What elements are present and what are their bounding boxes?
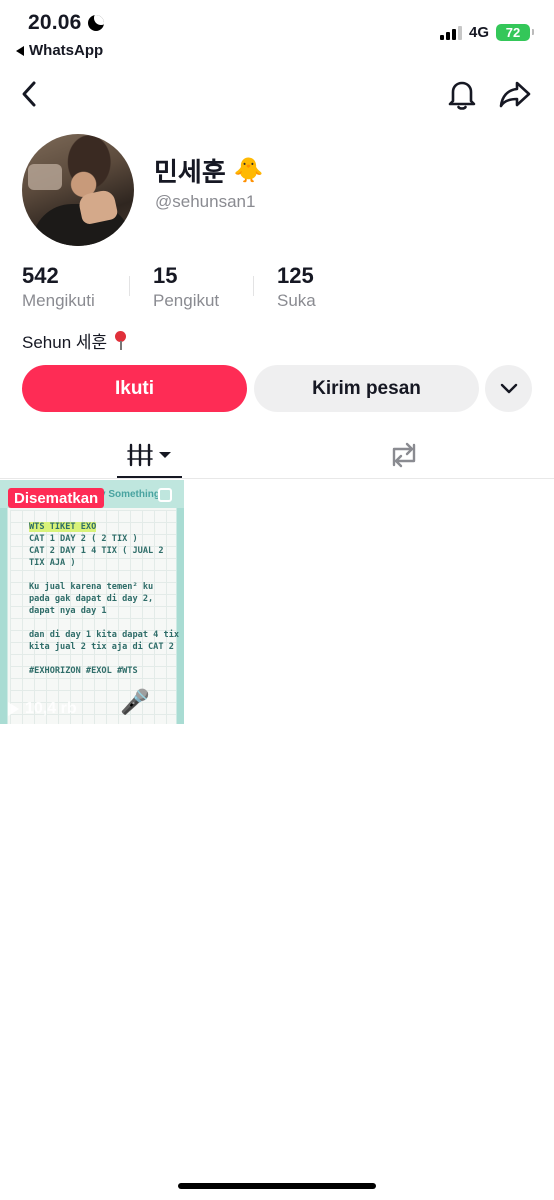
note-line: #EXHORIZON #EXOL #WTS	[29, 666, 138, 676]
back-button[interactable]	[12, 76, 48, 112]
message-button-label: Kirim pesan	[312, 377, 421, 399]
battery-level: 72	[505, 25, 521, 40]
profile-bio: Sehun 세훈	[22, 328, 127, 353]
signal-icon	[439, 25, 462, 40]
view-count: 10,4 rb	[8, 700, 77, 718]
thumbnail-corner-icon	[158, 488, 172, 502]
follow-button-label: Ikuti	[114, 377, 155, 399]
share-button[interactable]	[497, 76, 533, 112]
status-time: 20.06	[28, 11, 104, 35]
note-line: TIX AJA )	[29, 558, 76, 568]
note-line: dapat nya day 1	[29, 606, 107, 616]
stat-followers[interactable]: 15 Pengikut	[129, 262, 270, 312]
notification-button[interactable]	[444, 76, 480, 112]
note-line: WTS TIKET EXO	[29, 521, 97, 533]
chick-emoji-icon: 🐥	[233, 157, 264, 184]
profile-stats: 542 Mengikuti 15 Pengikut 125 Suka	[22, 262, 394, 312]
stat-following[interactable]: 542 Mengikuti	[22, 262, 146, 312]
pinned-badge: Disematkan	[8, 488, 105, 508]
pinned-badge-label: Disematkan	[14, 489, 99, 507]
avatar-photo-detail	[28, 164, 62, 190]
grid-icon	[127, 443, 171, 467]
stat-likes-label: Suka	[277, 291, 316, 310]
bell-icon	[448, 81, 476, 110]
microphone-icon: 🎤	[120, 689, 150, 716]
note-line: CAT 1 DAY 2 ( 2 TIX )	[29, 534, 138, 544]
note-line: pada gak dapat di day 2,	[29, 594, 154, 604]
clock-text: 20.06	[28, 11, 82, 34]
tabs-divider	[0, 478, 554, 479]
chevron-left-icon	[22, 81, 36, 107]
note-line: dan di day 1 kita dapat 4 tix	[29, 630, 180, 640]
moon-icon	[87, 15, 104, 31]
note-line-text: WTS TIKET EXO	[29, 522, 97, 532]
note-line: CAT 2 DAY 1 4 TIX ( JUAL 2	[29, 546, 164, 556]
pin-icon	[113, 330, 127, 352]
network-type: 4G	[468, 24, 489, 41]
repost-icon	[392, 442, 416, 468]
tab-reposts[interactable]	[372, 432, 436, 478]
play-icon	[8, 702, 19, 716]
thumbnail-header-text: y Something	[99, 489, 160, 500]
stat-following-label: Mengikuti	[22, 291, 95, 310]
back-triangle-icon	[16, 45, 24, 56]
profile-handle: @sehunsan1	[155, 192, 256, 211]
home-indicator[interactable]	[178, 1183, 376, 1189]
profile-name: 민세훈 🐥	[154, 152, 264, 189]
message-button[interactable]: Kirim pesan	[254, 365, 479, 412]
status-indicators: 4G 72	[439, 24, 534, 41]
back-app-label: WhatsApp	[29, 42, 104, 59]
more-options-button[interactable]	[485, 365, 532, 412]
bio-text: Sehun 세훈	[22, 333, 108, 352]
note-line: kita jual 2 tix aja di CAT 2	[29, 642, 174, 652]
chevron-down-icon	[500, 383, 517, 393]
stat-likes-value: 125	[277, 263, 314, 288]
avatar[interactable]	[22, 134, 134, 246]
share-arrow-icon	[499, 81, 531, 108]
stat-following-value: 542	[22, 263, 59, 288]
profile-name-text: 민세훈	[154, 157, 226, 187]
view-count-text: 10,4 rb	[25, 700, 77, 717]
stat-likes[interactable]: 125 Suka	[253, 262, 394, 312]
battery-icon: 72	[496, 24, 534, 41]
tab-videos[interactable]	[118, 432, 182, 478]
back-to-app-link[interactable]: WhatsApp	[16, 42, 103, 59]
note-line: Ku jual karena temen² ku	[29, 582, 154, 592]
follow-button[interactable]: Ikuti	[22, 365, 247, 412]
